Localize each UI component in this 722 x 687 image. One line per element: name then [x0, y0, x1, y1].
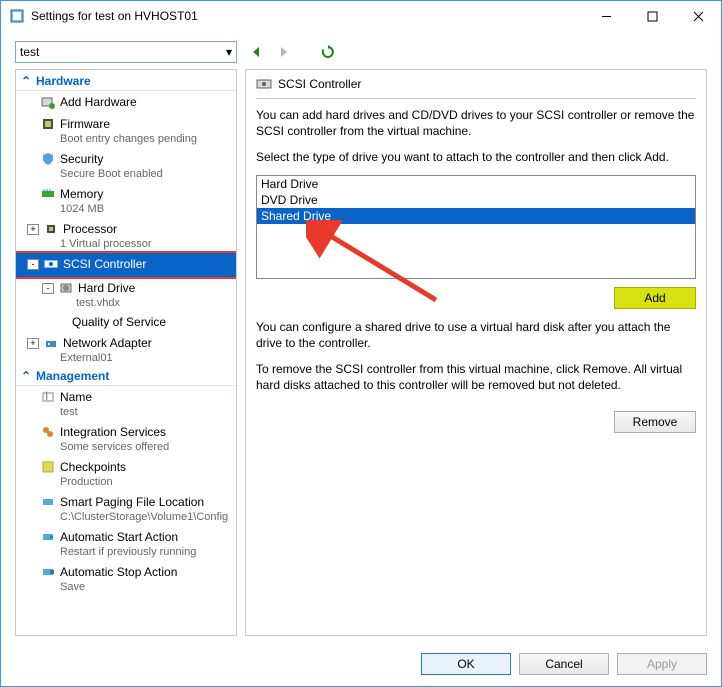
collapse-icon[interactable]: -	[42, 283, 54, 294]
vm-selector-value: test	[20, 45, 39, 59]
close-button[interactable]	[675, 1, 721, 31]
tree-checkpoints[interactable]: Checkpoints Production	[16, 456, 236, 491]
detail-title: SCSI Controller	[278, 77, 361, 91]
collapse-icon: ⌃	[20, 369, 32, 383]
auto-stop-icon	[40, 564, 56, 580]
nav-back-button[interactable]	[247, 43, 265, 61]
chevron-down-icon: ▾	[226, 45, 232, 59]
tree-hard-drive-sub: test.vhdx	[20, 297, 232, 310]
tree-add-hardware[interactable]: Add Hardware	[16, 91, 236, 113]
collapse-icon: ⌃	[20, 74, 32, 88]
tree-processor[interactable]: +Processor 1 Virtual processor	[16, 218, 236, 253]
network-icon	[43, 335, 59, 351]
remove-button[interactable]: Remove	[614, 411, 696, 433]
scsi-icon	[256, 76, 272, 92]
detail-header: SCSI Controller	[256, 76, 696, 99]
tree-smart-paging[interactable]: Smart Paging File Location C:\ClusterSto…	[16, 491, 236, 526]
tree-processor-sub: 1 Virtual processor	[20, 238, 232, 251]
scsi-icon	[43, 256, 59, 272]
checkpoint-icon	[40, 459, 56, 475]
title-bar: Settings for test on HVHOST01	[1, 1, 721, 31]
name-icon: I	[40, 389, 56, 405]
tree-auto-start[interactable]: Automatic Start Action Restart if previo…	[16, 526, 236, 561]
add-button[interactable]: Add	[614, 287, 696, 309]
window-title: Settings for test on HVHOST01	[31, 9, 583, 23]
security-icon	[40, 151, 56, 167]
tree-name[interactable]: IName test	[16, 386, 236, 421]
dialog-footer: OK Cancel Apply	[1, 642, 721, 686]
drive-option-shared[interactable]: Shared Drive	[257, 208, 695, 224]
tree-security-sub: Secure Boot enabled	[20, 168, 232, 181]
vm-selector[interactable]: test ▾	[15, 41, 237, 63]
tree-memory-sub: 1024 MB	[20, 203, 232, 216]
tree-integration[interactable]: Integration Services Some services offer…	[16, 421, 236, 456]
management-section-header[interactable]: ⌃ Management	[16, 367, 236, 386]
firmware-icon	[40, 116, 56, 132]
processor-icon	[43, 221, 59, 237]
tree-security[interactable]: Security Secure Boot enabled	[16, 148, 236, 183]
detail-p1: You can add hard drives and CD/DVD drive…	[256, 107, 696, 139]
tree-hard-drive[interactable]: -Hard Drive test.vhdx	[16, 277, 236, 312]
detail-p4: To remove the SCSI controller from this …	[256, 361, 696, 393]
integration-icon	[40, 424, 56, 440]
tree-network-sub: External01	[20, 352, 232, 365]
detail-p3: You can configure a shared drive to use …	[256, 319, 696, 351]
hard-drive-icon	[58, 280, 74, 296]
collapse-icon[interactable]: -	[27, 259, 39, 270]
memory-icon	[40, 186, 56, 202]
refresh-button[interactable]	[319, 43, 337, 61]
hardware-section-header[interactable]: ⌃ Hardware	[16, 72, 236, 91]
nav-forward-button[interactable]	[275, 43, 293, 61]
minimize-button[interactable]	[583, 1, 629, 31]
tree-scsi-controller[interactable]: -SCSI Controller	[16, 253, 236, 277]
settings-icon	[9, 8, 25, 24]
expand-icon[interactable]: +	[27, 338, 39, 349]
paging-icon	[40, 494, 56, 510]
top-toolbar: test ▾	[15, 39, 707, 65]
drive-type-list[interactable]: Hard Drive DVD Drive Shared Drive	[256, 175, 696, 279]
apply-button[interactable]: Apply	[617, 653, 707, 675]
svg-text:I: I	[45, 390, 48, 403]
drive-option-hard[interactable]: Hard Drive	[257, 176, 695, 192]
drive-option-dvd[interactable]: DVD Drive	[257, 192, 695, 208]
management-label: Management	[36, 369, 109, 383]
detail-panel: SCSI Controller You can add hard drives …	[245, 69, 707, 636]
highlight-box: -SCSI Controller	[16, 253, 236, 277]
ok-button[interactable]: OK	[421, 653, 511, 675]
tree-firmware[interactable]: Firmware Boot entry changes pending	[16, 113, 236, 148]
tree-network-adapter[interactable]: +Network Adapter External01	[16, 332, 236, 367]
tree-qos[interactable]: Quality of Service	[16, 312, 236, 332]
add-hardware-icon	[40, 94, 56, 110]
tree-firmware-sub: Boot entry changes pending	[20, 133, 232, 146]
tree-memory[interactable]: Memory 1024 MB	[16, 183, 236, 218]
expand-icon[interactable]: +	[27, 224, 39, 235]
hardware-label: Hardware	[36, 74, 91, 88]
cancel-button[interactable]: Cancel	[519, 653, 609, 675]
maximize-button[interactable]	[629, 1, 675, 31]
main-area: ⌃ Hardware Add Hardware Firmware Boot en…	[1, 69, 721, 642]
tree-auto-stop[interactable]: Automatic Stop Action Save	[16, 561, 236, 596]
detail-p2: Select the type of drive you want to att…	[256, 149, 696, 165]
settings-tree[interactable]: ⌃ Hardware Add Hardware Firmware Boot en…	[15, 69, 237, 636]
auto-start-icon	[40, 529, 56, 545]
